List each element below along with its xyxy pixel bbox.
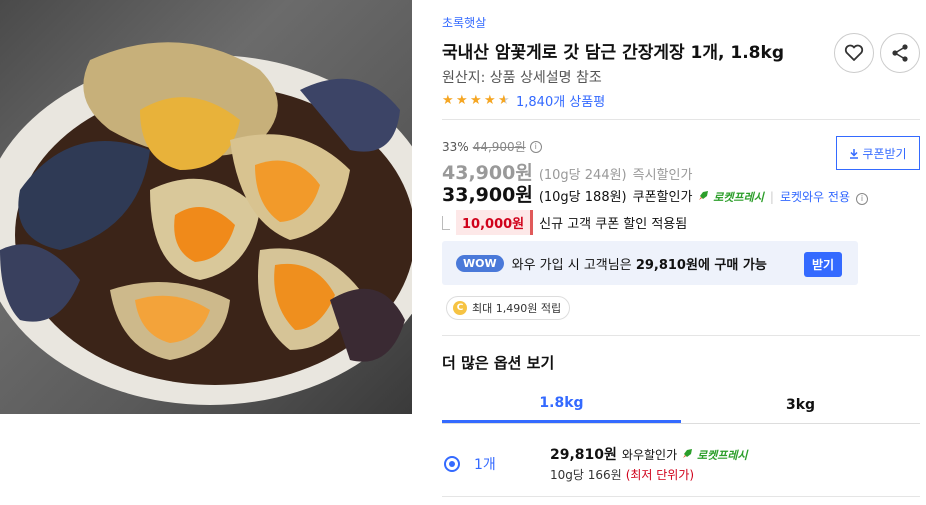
divider: [442, 119, 920, 120]
get-coupon-button[interactable]: 쿠폰받기: [836, 136, 920, 170]
rocket-fresh-badge: 로켓프레시: [682, 447, 748, 463]
divider: [442, 496, 920, 497]
discount-rate: 33%: [442, 139, 469, 154]
crab-dish-illustration: [0, 42, 412, 405]
rating-row[interactable]: ★ ★ ★ ★ ★ 1,840개 상품평: [442, 91, 605, 110]
option-price-row: 29,810원 와우할인가 로켓프레시: [550, 444, 748, 464]
option-qty: 1개: [474, 457, 496, 473]
wishlist-button[interactable]: [834, 33, 874, 73]
new-customer-row: 10,000원 신규 고객 쿠폰 할인 적용됨: [442, 210, 687, 235]
product-image[interactable]: [0, 0, 412, 414]
heart-icon: [844, 44, 864, 61]
tree-corner: [442, 215, 450, 230]
wow-get-button[interactable]: 받기: [804, 252, 843, 277]
share-button[interactable]: [880, 33, 920, 73]
new-customer-coupon-text: 신규 고객 쿠폰 할인 적용됨: [539, 217, 688, 232]
review-count-link[interactable]: 1,840개 상품평: [516, 91, 605, 110]
info-icon[interactable]: i: [529, 140, 542, 153]
wow-text-prefix: 와우 가입 시 고객님은: [511, 257, 632, 273]
option-price-label: 와우할인가: [621, 448, 678, 462]
lowest-unit-label: (최저 단위가): [625, 468, 695, 482]
rocket-fresh-label: 로켓프레시: [696, 449, 748, 462]
tab-3kg[interactable]: 3kg: [681, 386, 920, 423]
rating-stars: ★ ★ ★ ★ ★: [442, 92, 512, 108]
rocket-fresh-label: 로켓프레시: [713, 191, 764, 204]
wow-badge: WOW: [456, 254, 504, 272]
share-icon: [892, 44, 908, 62]
coupon-price: 33,900원: [442, 184, 533, 206]
separator: |: [769, 190, 774, 204]
cash-points-badge: C 최대 1,490원 적립: [446, 296, 571, 320]
star-icon: ★: [442, 92, 454, 108]
star-icon: ★: [484, 92, 496, 108]
tab-1.8kg[interactable]: 1.8kg: [442, 386, 681, 423]
origin-text: 원산지: 상품 상세설명 참조: [442, 70, 602, 86]
option-radio[interactable]: [444, 456, 460, 472]
info-icon[interactable]: i: [856, 192, 868, 205]
coupon-unit-price: (10g당 188원): [538, 190, 627, 205]
wow-text: 와우 가입 시 고객님은 29,810원에 구매 가능: [512, 254, 767, 273]
option-unit-row: 10g당 166원 (최저 단위가): [550, 466, 694, 483]
rocket-icon: [683, 449, 693, 458]
wow-membership-banner: WOW 와우 가입 시 고객님은 29,810원에 구매 가능 받기: [442, 241, 858, 285]
points-text: 최대 1,490원 적립: [472, 302, 562, 315]
star-icon: ★: [456, 92, 468, 108]
coupon-price-row: 33,900원 (10g당 188원) 쿠폰할인가 로켓프레시 | 로켓와우 전…: [442, 180, 868, 207]
option-price: 29,810원: [550, 447, 617, 463]
product-title: 국내산 암꽃게로 갓 담근 간장게장 1개, 1.8kg: [442, 43, 784, 63]
star-icon: ★: [470, 92, 482, 108]
product-info-panel: 초록햇살 국내산 암꽃게로 갓 담근 간장게장 1개, 1.8kg 원산지: 상…: [442, 0, 926, 505]
divider: [442, 335, 920, 336]
option-item[interactable]: 1개 29,810원 와우할인가 로켓프레시 10g당 166원 (최저 단위가…: [442, 440, 920, 496]
rocket-icon: [699, 191, 709, 200]
brand-link[interactable]: 초록햇살: [442, 14, 486, 31]
wow-price-text: 29,810원에 구매 가능: [635, 257, 767, 273]
half-star-icon: ★: [498, 93, 512, 108]
rocket-fresh-badge: 로켓프레시: [698, 189, 764, 205]
rocket-wow-only: 로켓와우 전용: [779, 190, 850, 204]
coin-icon: C: [453, 301, 467, 315]
more-options-title: 더 많은 옵션 보기: [442, 354, 555, 372]
original-price: 44,900원: [472, 140, 526, 154]
get-coupon-label: 쿠폰받기: [862, 146, 907, 161]
discount-row: 33% 44,900원 i: [442, 138, 542, 155]
download-icon: [850, 148, 859, 159]
new-customer-coupon-amount: 10,000원: [456, 210, 534, 235]
option-unit-price: 10g당 166원: [550, 468, 622, 482]
coupon-label: 쿠폰할인가: [632, 190, 693, 205]
option-tabs: 1.8kg 3kg: [442, 386, 920, 424]
